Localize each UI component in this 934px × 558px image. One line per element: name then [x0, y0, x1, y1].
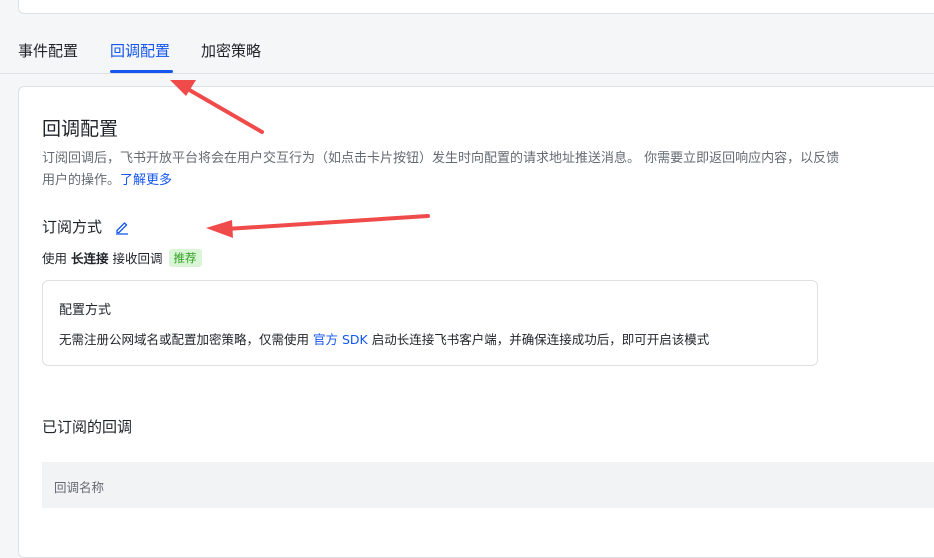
tab-encryption-strategy[interactable]: 加密策略 — [201, 40, 261, 61]
subscription-title: 订阅方式 — [42, 218, 103, 236]
pencil-edit-icon[interactable] — [114, 219, 130, 235]
recommended-badge: 推荐 — [168, 248, 202, 267]
config-method-box: 配置方式 无需注册公网域名或配置加密策略，仅需使用 官方 SDK 启动长连接飞书… — [42, 280, 818, 366]
official-sdk-link[interactable]: 官方 SDK — [313, 332, 368, 347]
page-title: 回调配置 — [42, 118, 119, 140]
method-suffix: 接收回调 — [112, 251, 163, 266]
subscription-method: 使用 长连接 接收回调 推荐 — [42, 248, 202, 267]
config-text-after: 启动长连接飞书客户端，并确保连接成功后，即可开启该模式 — [371, 332, 710, 347]
config-text-before: 无需注册公网域名或配置加密策略，仅需使用 — [59, 332, 310, 347]
tab-event-config[interactable]: 事件配置 — [18, 40, 78, 61]
tab-callback-config[interactable]: 回调配置 — [110, 40, 170, 61]
top-card — [18, 0, 934, 14]
tab-bar: 事件配置 回调配置 加密策略 — [0, 28, 934, 74]
callbacks-table-header: 回调名称 — [42, 462, 934, 508]
method-prefix: 使用 — [42, 251, 68, 266]
learn-more-link[interactable]: 了解更多 — [120, 173, 172, 188]
method-long-connection: 长连接 — [71, 251, 109, 266]
section-description: 订阅回调后，飞书开放平台将会在用户交互行为（如点击卡片按钮）发生时向配置的请求地… — [42, 148, 842, 192]
config-method-title: 配置方式 — [59, 303, 112, 318]
config-method-text: 无需注册公网域名或配置加密策略，仅需使用 官方 SDK 启动长连接飞书客户端，并… — [59, 329, 709, 348]
subscribed-callbacks-title: 已订阅的回调 — [42, 418, 133, 436]
subscription-header: 订阅方式 — [42, 216, 130, 237]
column-callback-name: 回调名称 — [54, 480, 105, 495]
active-tab-indicator — [110, 70, 173, 73]
